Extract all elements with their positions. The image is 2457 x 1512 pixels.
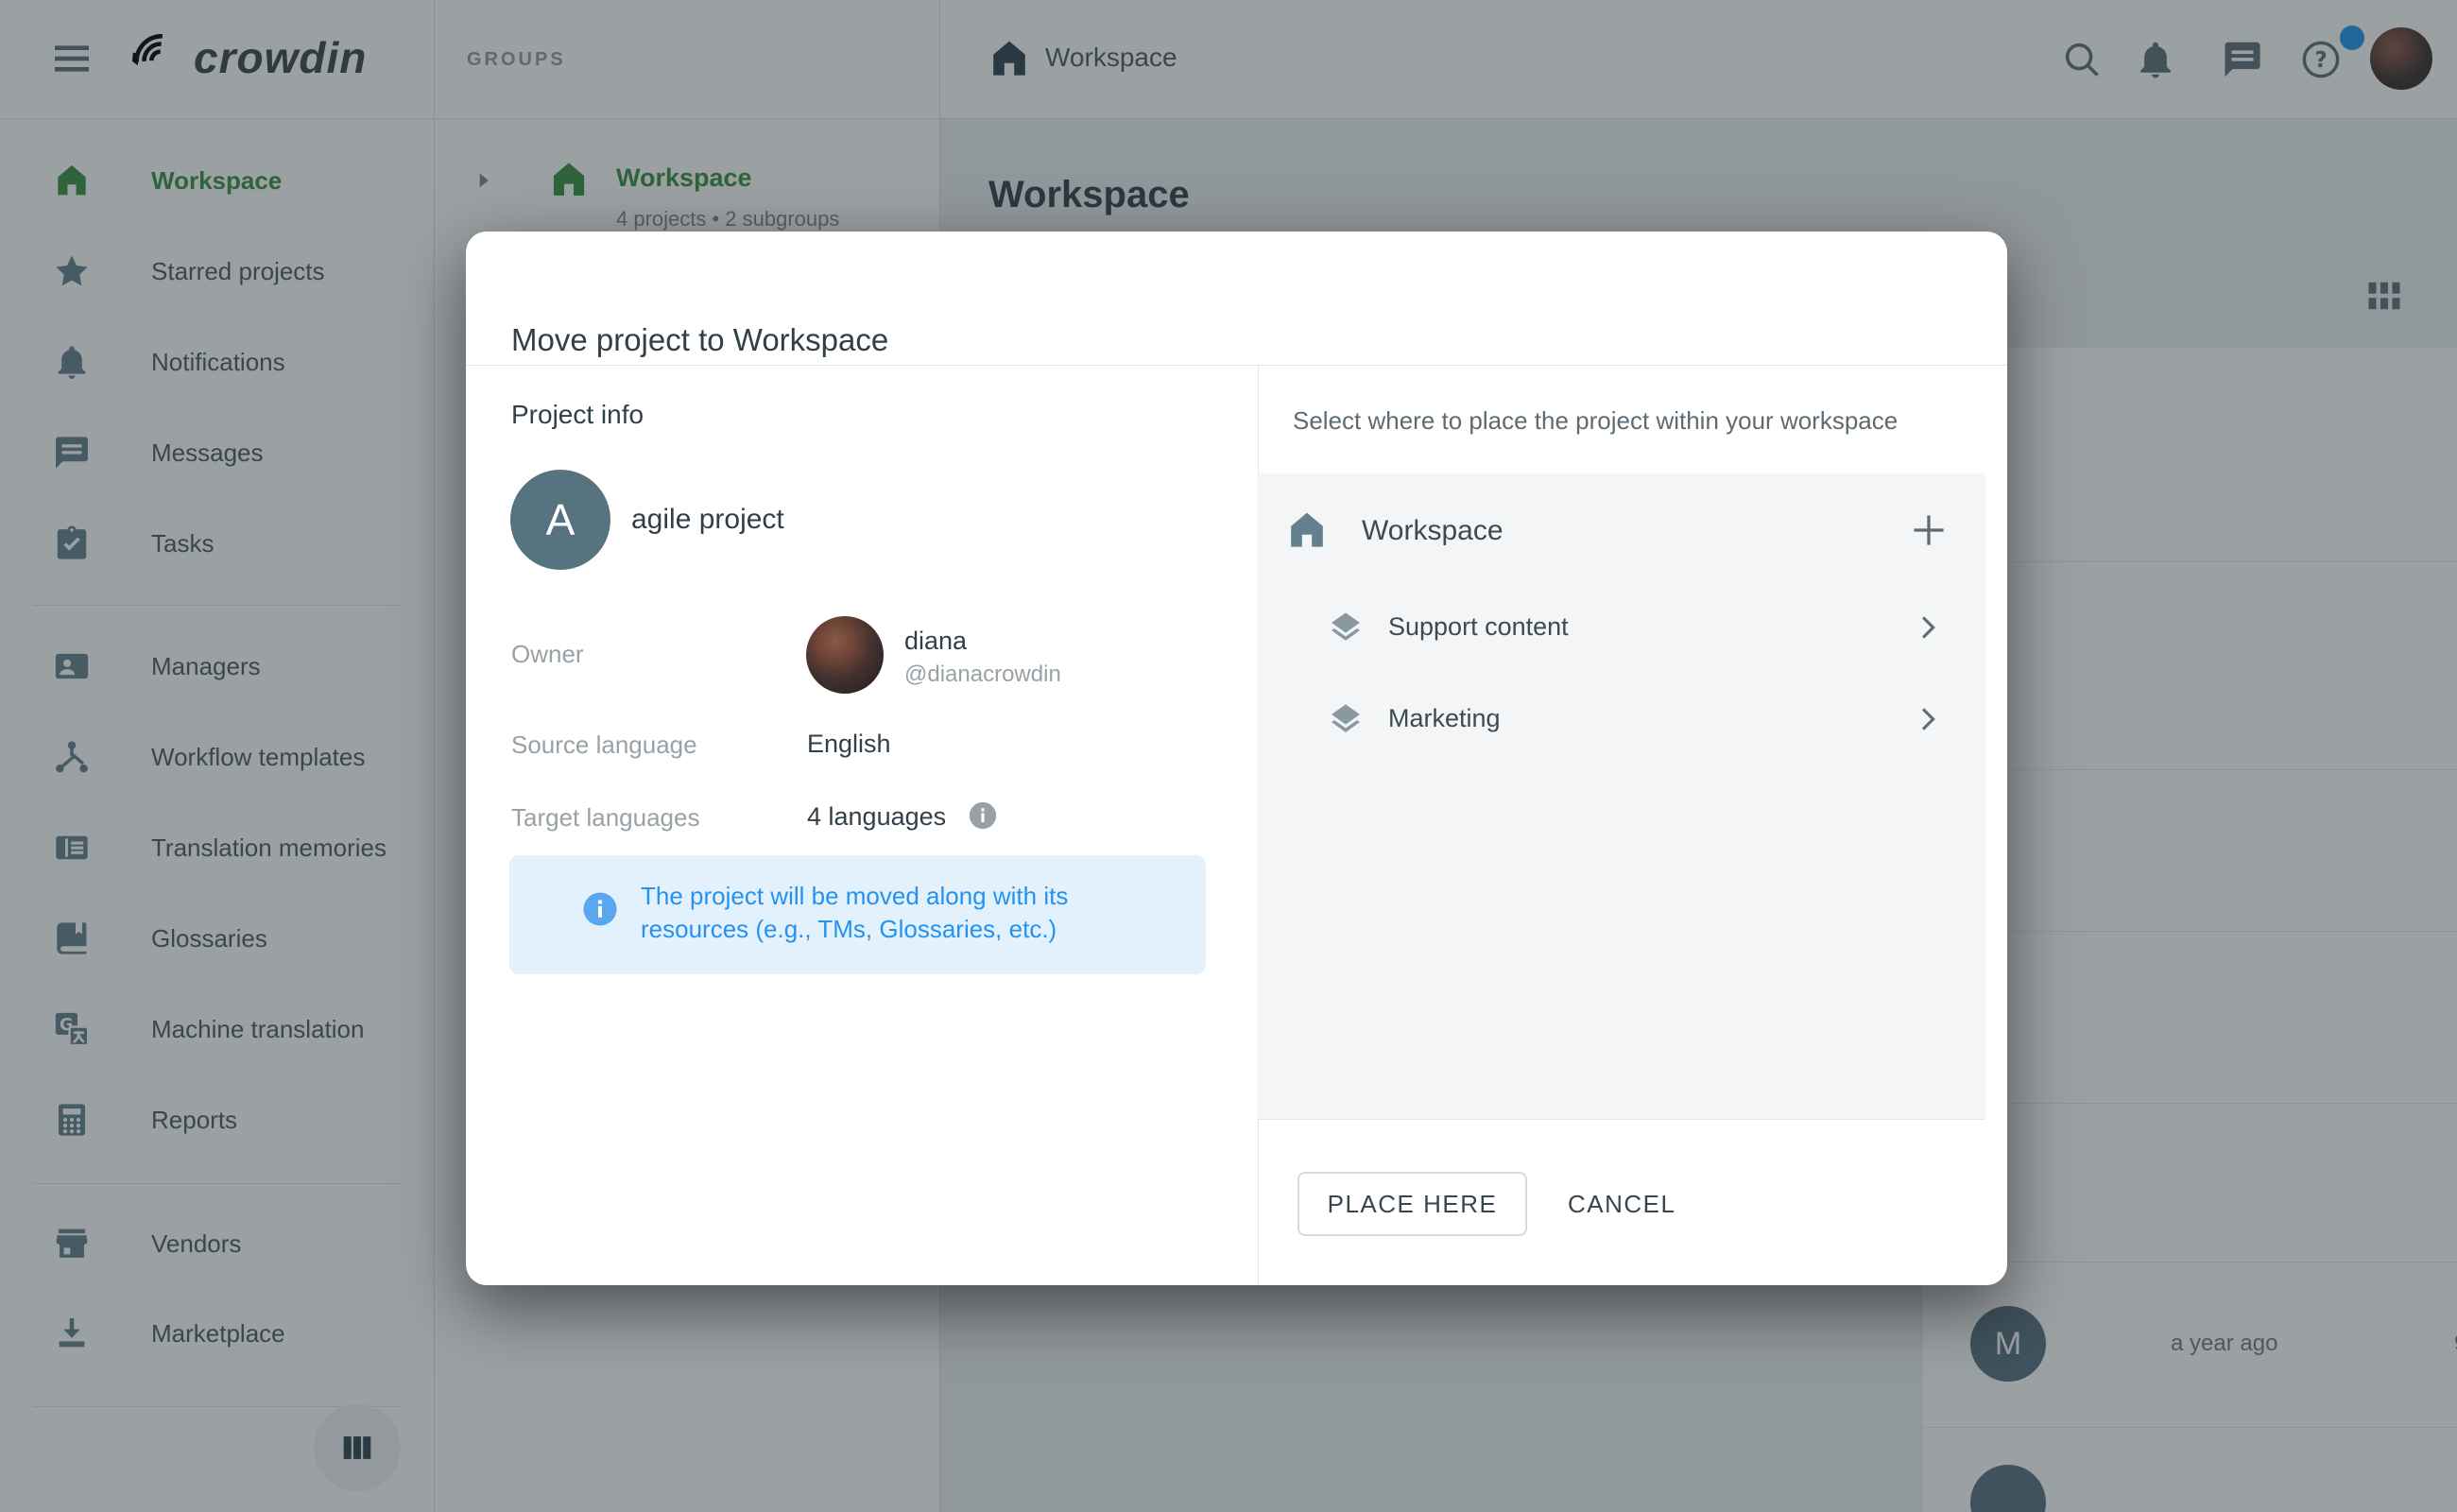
info-icon [580,889,620,929]
tree-group-label: Marketing [1388,704,1501,733]
home-icon [1284,507,1330,553]
target-languages-label: Target languages [511,803,699,833]
tree-root-label: Workspace [1362,515,1503,547]
move-note-box: The project will be moved along with its… [509,855,1206,974]
add-group-icon[interactable] [1908,509,1950,551]
tree-group-marketing[interactable]: Marketing [1258,679,1985,762]
owner-handle: @dianacrowdin [904,662,1061,688]
modal-title: Move project to Workspace [511,322,888,358]
placement-instruction: Select where to place the project within… [1293,406,1898,436]
chevron-right-icon[interactable] [1912,611,1944,644]
tree-group-label: Support content [1388,612,1569,642]
owner-label: Owner [511,640,584,669]
owner-avatar [806,616,884,694]
source-language-label: Source language [511,730,697,760]
layers-icon [1327,699,1365,737]
info-icon[interactable] [967,799,999,832]
tree-group-support-content[interactable]: Support content [1258,587,1985,670]
project-name: agile project [631,504,784,536]
modal-header-divider [466,365,2007,366]
owner-name: diana [904,627,967,656]
project-info-heading: Project info [511,400,644,430]
project-avatar: A [510,470,610,570]
app-root: Workspace Starred projects Notifications… [0,0,2457,1512]
target-languages-value: 4 languages [807,802,946,832]
cancel-button[interactable]: CANCEL [1568,1172,1675,1236]
tree-root-workspace[interactable]: Workspace [1258,492,1985,568]
layers-icon [1327,608,1365,645]
workspace-tree-pane: Workspace Support content Marketing [1258,473,1985,1120]
chevron-right-icon[interactable] [1912,703,1944,735]
move-note-text: The project will be moved along with its… [641,880,1170,946]
move-project-modal: Move project to Workspace Project info A… [466,232,2007,1285]
source-language-value: English [807,730,891,759]
place-here-button[interactable]: PLACE HERE [1297,1172,1527,1236]
